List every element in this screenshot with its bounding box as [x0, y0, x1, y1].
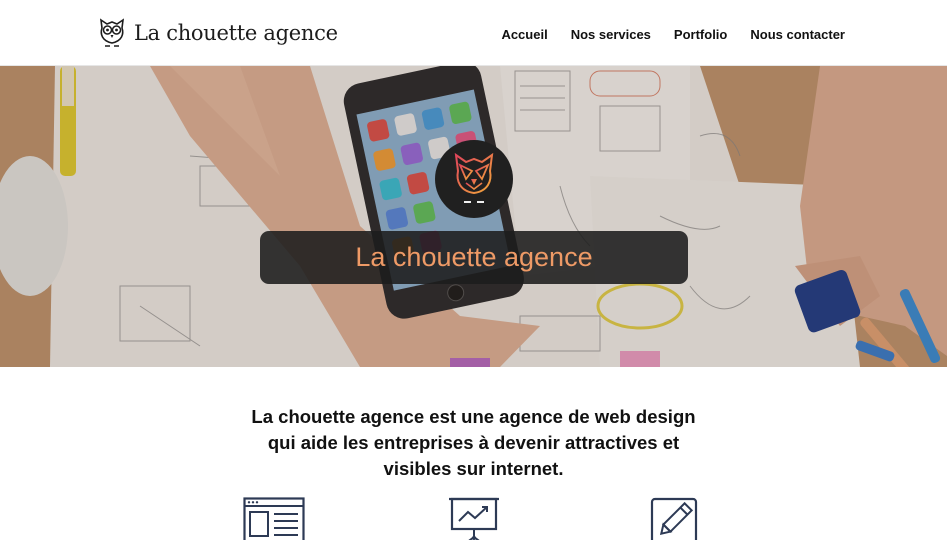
- nav-nous-contacter[interactable]: Nous contacter: [750, 27, 845, 42]
- intro-section: La chouette agence est une agence de web…: [0, 404, 947, 482]
- hero-banner: La chouette agence: [0, 66, 947, 367]
- hero-owl-badge: [435, 140, 513, 218]
- hero-title-box: La chouette agence: [260, 231, 688, 284]
- nav-accueil[interactable]: Accueil: [501, 27, 547, 42]
- nav-nos-services[interactable]: Nos services: [571, 27, 651, 42]
- presentation-chart-icon: [449, 497, 499, 540]
- main-nav: Accueil Nos services Portfolio Nous cont…: [501, 27, 845, 42]
- nav-portfolio[interactable]: Portfolio: [674, 27, 727, 42]
- intro-text: La chouette agence est une agence de web…: [251, 406, 696, 479]
- site-header: La chouette agence Accueil Nos services …: [0, 0, 947, 66]
- logo-text: La chouette agence: [134, 21, 338, 45]
- owl-icon: [454, 152, 494, 203]
- owl-icon: [99, 18, 125, 47]
- hero-title: La chouette agence: [355, 242, 593, 272]
- site-logo[interactable]: La chouette agence: [98, 15, 338, 51]
- edit-pencil-icon: [650, 497, 698, 540]
- browser-layout-icon: [243, 497, 305, 540]
- services-icons-row: [0, 497, 947, 540]
